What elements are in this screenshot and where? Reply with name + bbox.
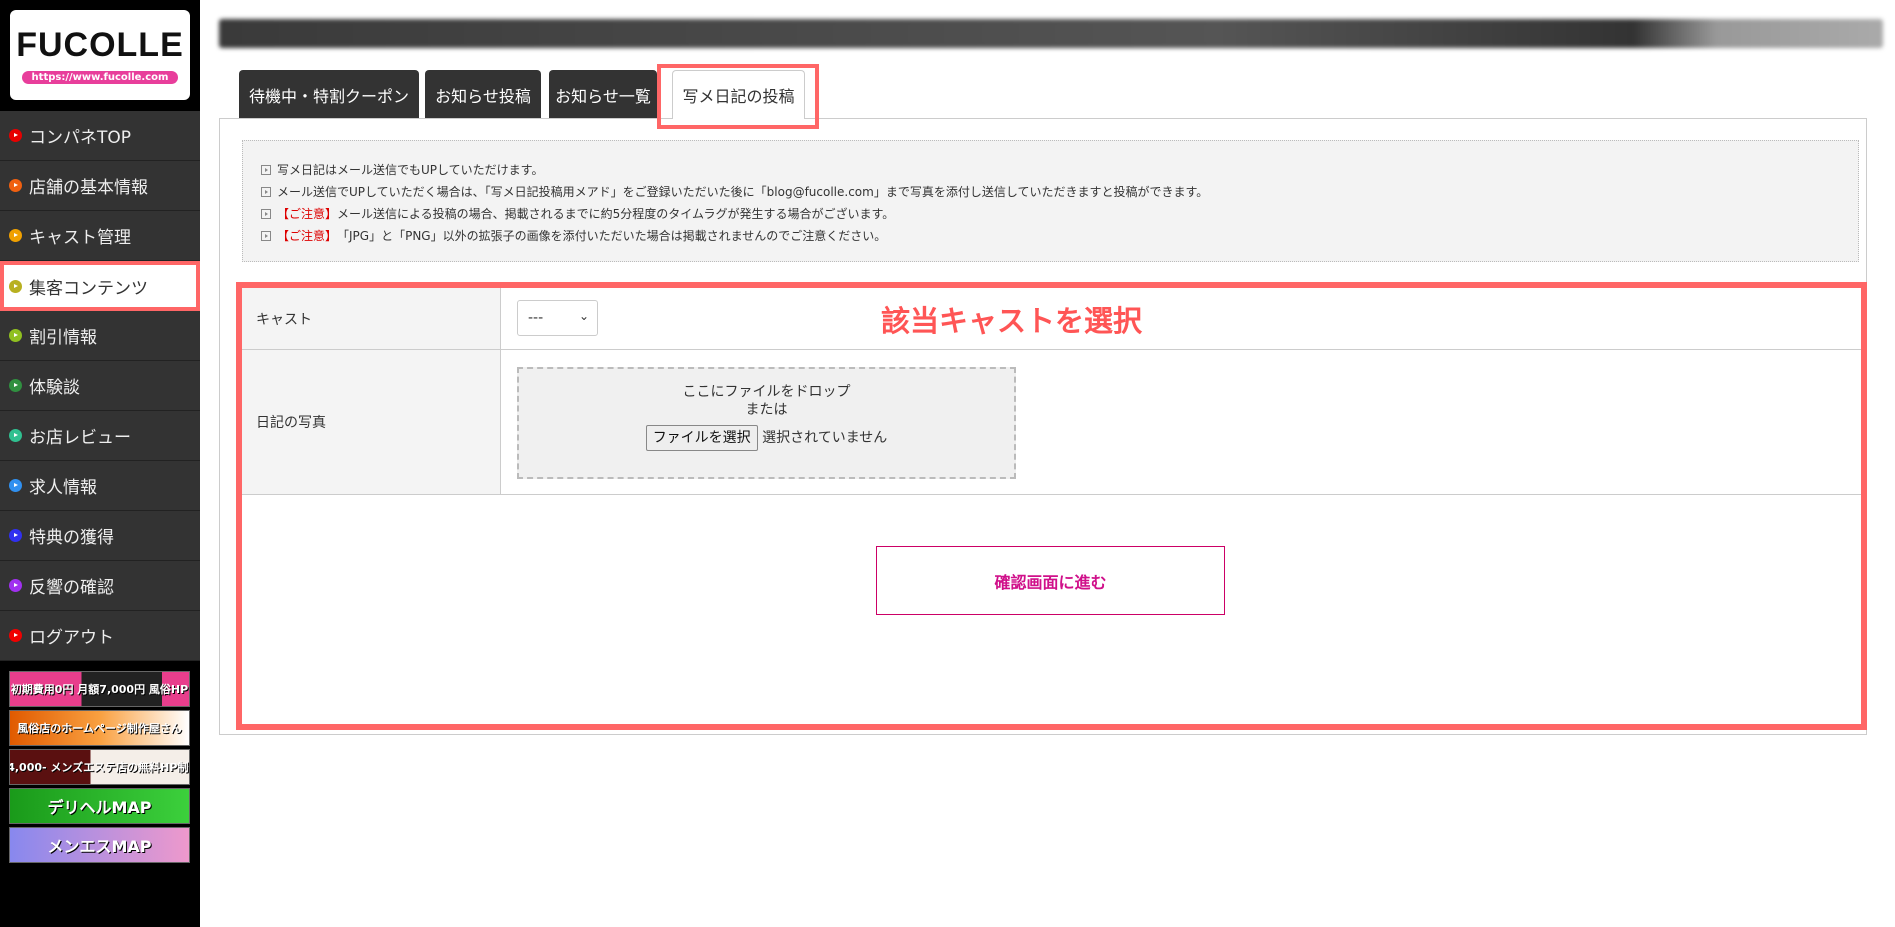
banner-text: 風俗店のホームページ制作屋さん <box>17 722 182 735</box>
banner[interactable]: メンエスMAP <box>9 827 190 863</box>
bullet-icon <box>9 229 22 242</box>
banner[interactable]: ¥4,000- メンズエステ店の無料HP制作 <box>9 749 190 785</box>
banner-list: 初期費用0円 月額7,000円 風俗HP 風俗店のホームページ制作屋さん ¥4,00… <box>9 671 190 866</box>
bullet-icon <box>261 165 271 175</box>
bullet-icon <box>9 329 22 342</box>
info-line: メール送信でUPしていただく場合は、「写メ日記投稿用メアド」をご登録いただいた後… <box>261 181 1840 203</box>
sidebar-item[interactable]: 割引情報 <box>0 311 200 361</box>
logo-brand: FUCOLLE <box>16 26 184 64</box>
info-line: 【ご注意】 「JPG」と「PNG」以外の拡張子の画像を添付いただいた場合は掲載され… <box>261 225 1840 247</box>
banner-text: ¥4,000- メンズエステ店の無料HP制作 <box>9 761 190 774</box>
logo-url: https://www.fucolle.com <box>21 71 179 84</box>
banner[interactable]: 風俗店のホームページ制作屋さん <box>9 710 190 746</box>
banner[interactable]: 初期費用0円 月額7,000円 風俗HP <box>9 671 190 707</box>
logo[interactable]: FUCOLLE https://www.fucolle.com <box>10 10 190 100</box>
sidebar-item-label: コンパネTOP <box>29 128 132 148</box>
bullet-icon <box>261 231 271 241</box>
info-text: メール送信による投稿の場合、掲載されるまでに約5分程度のタイムラグが発生する場合… <box>337 207 895 221</box>
info-text: 写メ日記はメール送信でもUPしていただけます。 <box>277 163 544 177</box>
bullet-icon <box>9 629 22 642</box>
banner[interactable]: デリヘルMAP <box>9 788 190 824</box>
bullet-icon <box>9 479 22 492</box>
sidebar-item-label: キャスト管理 <box>29 228 131 248</box>
bullet-icon <box>9 279 22 293</box>
sidebar-item[interactable]: 集客コンテンツ <box>0 261 200 311</box>
form-highlight <box>236 282 1867 730</box>
bullet-icon <box>9 129 22 142</box>
sidebar-item-label: 反響の確認 <box>29 578 114 598</box>
confirm-button[interactable]: 確認画面に進む <box>876 546 1225 615</box>
banner-text: デリヘルMAP <box>47 798 152 817</box>
sidebar-item[interactable]: ログアウト <box>0 611 200 661</box>
info-box: 写メ日記はメール送信でもUPしていただけます。メール送信でUPしていただく場合は… <box>242 140 1859 262</box>
info-line: 写メ日記はメール送信でもUPしていただけます。 <box>261 159 1840 181</box>
bullet-icon <box>9 579 22 592</box>
warning-label: 【ご注意】 <box>277 229 338 243</box>
sidebar-item-label: 割引情報 <box>29 328 97 348</box>
bullet-icon <box>9 379 22 392</box>
info-text: メール送信でUPしていただく場合は、「写メ日記投稿用メアド」をご登録いただいた後… <box>277 185 1209 199</box>
sidebar-item-label: 求人情報 <box>29 478 97 498</box>
sidebar: FUCOLLE https://www.fucolle.com コンパネTOP 店… <box>0 0 200 927</box>
sidebar-item-label: 体験談 <box>29 378 80 398</box>
sidebar-item[interactable]: コンパネTOP <box>0 111 200 161</box>
sidebar-item[interactable]: 特典の獲得 <box>0 511 200 561</box>
info-text: 「JPG」と「PNG」以外の拡張子の画像を添付いただいた場合は掲載されませんので… <box>337 229 887 243</box>
banner-text: 初期費用0円 月額7,000円 風俗HP <box>10 683 189 696</box>
banner-text: メンエスMAP <box>47 837 152 856</box>
info-line: 【ご注意】 メール送信による投稿の場合、掲載されるまでに約5分程度のタイムラグが発… <box>261 203 1840 225</box>
tab-news-list[interactable]: お知らせ一覧 <box>549 70 657 119</box>
bullet-icon <box>9 179 22 192</box>
warning-label: 【ご注意】 <box>277 207 338 221</box>
sidebar-item[interactable]: 店舗の基本情報 <box>0 161 200 211</box>
bullet-icon <box>261 187 271 197</box>
bullet-icon <box>261 209 271 219</box>
sidebar-item-label: お店レビュー <box>29 428 131 448</box>
sidebar-menu: コンパネTOP 店舗の基本情報 キャスト管理 集客コンテンツ 割引情報体験談お店レビュー… <box>0 111 200 661</box>
sidebar-item-label: 特典の獲得 <box>29 528 114 548</box>
top-header-bar <box>219 19 1883 48</box>
sidebar-item-label: 店舗の基本情報 <box>29 178 148 198</box>
tab-photo-diary-post[interactable]: 写メ日記の投稿 <box>672 70 805 119</box>
sidebar-item[interactable]: 反響の確認 <box>0 561 200 611</box>
bullet-icon <box>9 529 22 542</box>
sidebar-item[interactable]: 求人情報 <box>0 461 200 511</box>
tab-news-post[interactable]: お知らせ投稿 <box>425 70 541 119</box>
sidebar-item[interactable]: 体験談 <box>0 361 200 411</box>
sidebar-item[interactable]: お店レビュー <box>0 411 200 461</box>
tab-coupon[interactable]: 待機中・特割クーポン <box>239 70 419 119</box>
bullet-icon <box>9 429 22 442</box>
sidebar-item[interactable]: キャスト管理 <box>0 211 200 261</box>
sidebar-item-label: ログアウト <box>29 628 114 648</box>
sidebar-item-label: 集客コンテンツ <box>29 278 148 299</box>
